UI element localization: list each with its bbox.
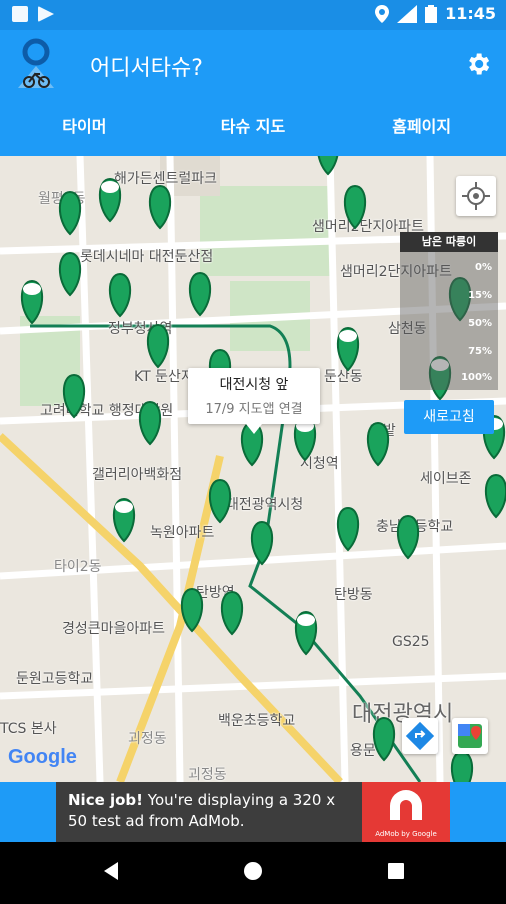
ad-banner[interactable]: Nice job! You're displaying a 320 x 50 t…	[0, 782, 506, 842]
navigation-bar	[0, 842, 506, 900]
popup-subtitle: 17/9 지도앱 연결	[205, 402, 303, 417]
tab-timer[interactable]: 타이머	[0, 98, 169, 156]
station-marker[interactable]	[317, 156, 339, 176]
station-marker[interactable]	[220, 590, 244, 636]
tab-homepage[interactable]: 홈페이지	[337, 98, 506, 156]
station-marker[interactable]	[112, 497, 136, 543]
station-marker[interactable]	[208, 478, 232, 524]
station-info-popup[interactable]: 대전시청 앞 17/9 지도앱 연결	[188, 368, 320, 434]
status-bar: 11:45	[0, 0, 506, 30]
station-marker[interactable]	[336, 506, 360, 552]
station-marker[interactable]	[98, 177, 122, 223]
station-marker[interactable]	[343, 184, 367, 230]
play-store-notification-icon	[38, 6, 54, 22]
station-marker[interactable]	[484, 473, 506, 519]
map-view[interactable]: 해가든센트럴파크 월평2동 롯데시네마 대전둔산점 샘머리2단지아파트 샘머리2…	[0, 156, 506, 782]
directions-button[interactable]	[402, 718, 438, 754]
ad-headline: Nice job!	[68, 791, 144, 809]
open-in-maps-button[interactable]	[452, 718, 488, 754]
legend-level: 0%	[475, 262, 492, 273]
signal-icon	[397, 4, 418, 23]
legend-level: 100%	[461, 372, 492, 383]
station-marker[interactable]	[294, 610, 318, 656]
google-maps-icon	[458, 724, 482, 748]
refresh-button[interactable]: 새로고침	[404, 400, 494, 434]
maps-notification-icon	[12, 6, 28, 22]
admob-logo: AdMob by Google	[362, 782, 450, 842]
clock: 11:45	[445, 4, 496, 23]
ad-text: Nice job! You're displaying a 320 x 50 t…	[68, 790, 358, 832]
station-marker[interactable]	[20, 279, 44, 325]
station-marker[interactable]	[62, 373, 86, 419]
home-icon[interactable]	[244, 862, 262, 880]
station-marker[interactable]	[396, 514, 420, 560]
station-marker[interactable]	[108, 272, 132, 318]
station-marker[interactable]	[58, 251, 82, 297]
directions-icon	[405, 721, 435, 751]
admob-caption: AdMob by Google	[375, 830, 437, 838]
admob-icon	[390, 790, 422, 820]
my-location-button[interactable]	[456, 176, 496, 216]
station-marker[interactable]	[188, 271, 212, 317]
back-icon[interactable]	[104, 862, 118, 880]
app-title: 어디서타슈?	[90, 56, 203, 81]
app-logo-icon	[18, 38, 54, 88]
ad-content[interactable]: Nice job! You're displaying a 320 x 50 t…	[56, 782, 450, 842]
legend-title: 남은 따릉이	[400, 232, 498, 252]
legend-level: 15%	[468, 290, 492, 301]
station-marker[interactable]	[180, 587, 204, 633]
legend-level: 50%	[468, 318, 492, 329]
tab-tashu-map[interactable]: 타슈 지도	[169, 98, 338, 156]
google-logo: Google	[8, 746, 77, 768]
remaining-bikes-legend: 남은 따릉이 0% 15% 50% 75% 100%	[400, 232, 498, 390]
legend-level: 75%	[468, 346, 492, 357]
recents-icon[interactable]	[388, 863, 404, 879]
nav-buttons	[104, 862, 404, 880]
settings-gear-icon[interactable]	[464, 50, 492, 78]
station-marker[interactable]	[366, 421, 390, 467]
location-icon	[375, 4, 390, 23]
station-marker[interactable]	[250, 520, 274, 566]
station-marker[interactable]	[336, 326, 360, 372]
crosshair-icon	[462, 182, 490, 210]
tab-bar: 타이머 타슈 지도 홈페이지	[0, 98, 506, 156]
station-marker[interactable]	[58, 190, 82, 236]
battery-icon	[425, 4, 438, 23]
station-marker[interactable]	[293, 416, 317, 462]
station-marker[interactable]	[372, 716, 396, 762]
station-marker[interactable]	[148, 184, 172, 230]
station-marker[interactable]	[138, 400, 162, 446]
popup-title: 대전시청 앞	[219, 377, 289, 393]
station-marker[interactable]	[450, 750, 474, 782]
station-marker[interactable]	[146, 323, 170, 369]
app-bar: 어디서타슈?	[0, 30, 506, 98]
